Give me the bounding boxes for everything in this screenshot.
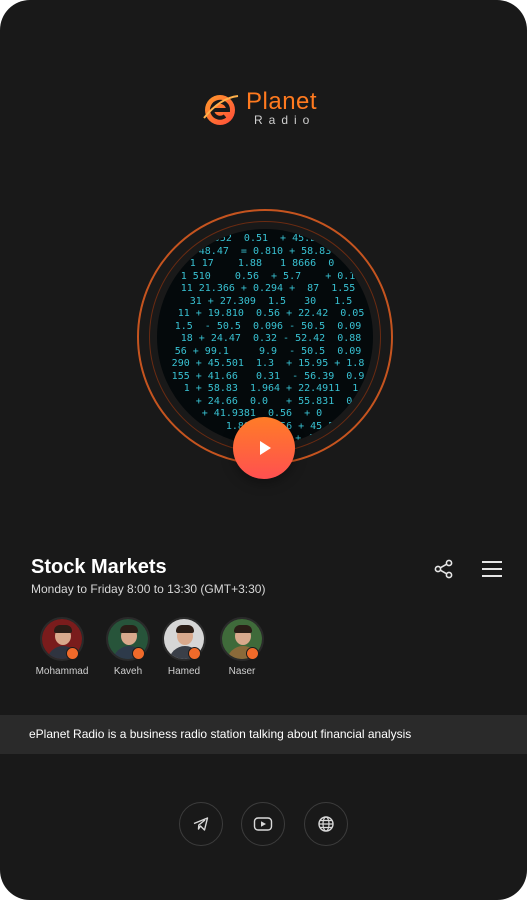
ticker-line: 155 + 41.66 0.31 - 56.39 0.9 — [165, 370, 365, 382]
hamburger-menu-icon — [482, 561, 502, 577]
ticker-line: + 24.66 0.0 + 55.831 0. — [171, 395, 359, 407]
show-title: Stock Markets — [31, 556, 167, 578]
ticker-line: 5552 0.51 + 45.Eu — [171, 233, 359, 244]
host-item[interactable]: Naser — [210, 617, 274, 681]
live-badge-icon — [188, 647, 201, 660]
ticker-line: 1 + 58.83 1.964 + 22.4911 1 — [171, 383, 359, 394]
ticker-line: 18 + 24.47 0.32 - 52.42 0.88 — [168, 333, 362, 344]
website-button[interactable] — [304, 802, 348, 846]
about-banner: ePlanet Radio is a business radio statio… — [0, 715, 527, 754]
telegram-button[interactable] — [179, 802, 223, 846]
logo-subtitle: Radio — [254, 113, 316, 127]
show-schedule: Monday to Friday 8:00 to 13:30 (GMT+3:30… — [31, 582, 266, 596]
live-badge-icon — [246, 647, 259, 660]
youtube-button[interactable] — [241, 802, 285, 846]
ticker-line: 48.47 = 0.810 + 58.83 — [174, 245, 356, 257]
host-name: Kaveh — [113, 666, 143, 677]
play-icon — [260, 441, 271, 455]
hosts-list: Mohammad Kaveh Hamed Naser — [30, 617, 290, 681]
stock-ticker-image: 5552 0.51 + 45.Eu 48.47 = 0.810 + 58.83 … — [157, 229, 373, 445]
ticker-line: 1.5 - 50.5 0.096 - 50.5 0.09 — [168, 320, 362, 332]
share-icon — [434, 559, 453, 579]
ticker-line: 31 + 27.309 1.5 30 1.5 — [177, 295, 353, 307]
ticker-line: 11 21.366 + 0.294 + 87 1.55 — [174, 283, 356, 294]
host-item[interactable]: Mohammad — [30, 617, 94, 681]
logo-title: Planet — [246, 88, 318, 115]
menu-button[interactable] — [478, 556, 506, 582]
show-artwork: 5552 0.51 + 45.Eu 48.47 = 0.810 + 58.83 … — [157, 229, 373, 445]
ticker-line: 56 + 99.1 9.9 - 50.5 0.09 — [168, 345, 362, 357]
about-text: ePlanet Radio is a business radio statio… — [29, 727, 412, 741]
host-name: Hamed — [167, 666, 201, 677]
app-screen: Planet Radio 5552 0.51 + 45.Eu 48.47 = 0… — [0, 0, 527, 900]
eplanet-radio-logo: Planet Radio — [196, 84, 336, 132]
eplanet-logo-icon — [203, 95, 239, 125]
live-badge-icon — [132, 647, 145, 660]
share-button[interactable] — [430, 556, 458, 582]
ticker-line: 1 510 0.56 + 5.7 + 0.1 — [174, 270, 356, 282]
host-name: Naser — [228, 666, 256, 677]
host-item[interactable]: Kaveh — [96, 617, 160, 681]
ticker-line: 11 + 19.810 0.56 + 22.42 0.05 — [165, 308, 365, 319]
telegram-icon — [193, 817, 209, 831]
host-name: Mohammad — [35, 666, 89, 677]
host-item[interactable]: Hamed — [152, 617, 216, 681]
ticker-line: 1 17 1.88 1 8666 0 — [177, 258, 353, 269]
play-button[interactable] — [233, 417, 295, 479]
ticker-line: 290 + 45.501 1.3 + 15.95 + 1.8 — [165, 358, 365, 369]
live-badge-icon — [66, 647, 79, 660]
youtube-icon — [253, 817, 273, 831]
globe-icon — [318, 816, 334, 832]
